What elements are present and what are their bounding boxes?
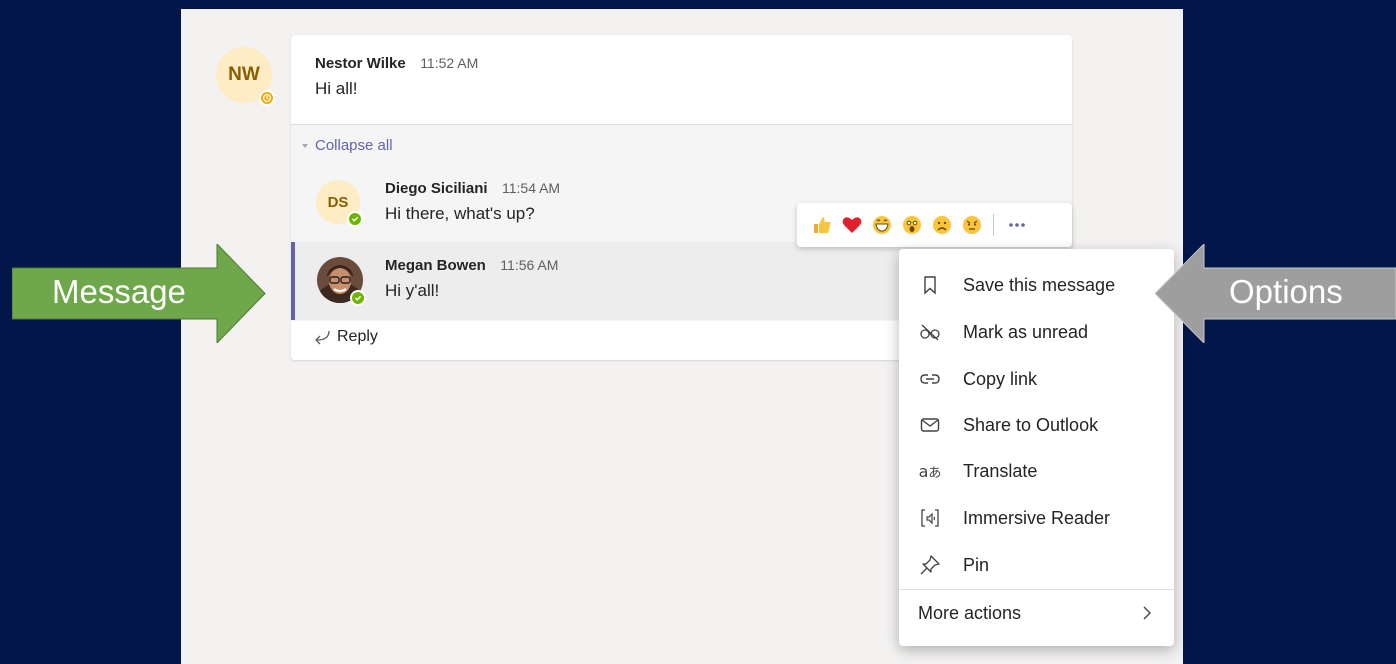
menu-item-copy-link[interactable]: Copy link [899, 356, 1174, 402]
immersive-reader-icon [919, 507, 941, 529]
avatar-diego-siciliani[interactable]: DS [316, 180, 363, 227]
root-message[interactable]: Nestor Wilke 11:52 AM Hi all! [315, 55, 478, 99]
message-time: 11:54 AM [501, 180, 561, 196]
mail-icon [919, 414, 941, 436]
laugh-icon[interactable] [867, 210, 897, 240]
message-options-menu: Save this message Mark as unread Copy li… [899, 249, 1174, 646]
collapse-all-label: Collapse all [315, 137, 393, 154]
menu-item-translate[interactable]: aあ Translate [899, 448, 1174, 494]
avatar-megan-bowen[interactable] [317, 257, 366, 306]
message-time: 11:52 AM [420, 55, 479, 71]
options-callout-label: Options [1229, 273, 1343, 310]
sad-icon[interactable] [927, 210, 957, 240]
reply-message-1[interactable]: Diego Siciliani 11:54 AM Hi there, what'… [385, 180, 560, 224]
menu-item-mark-unread[interactable]: Mark as unread [899, 309, 1174, 355]
menu-item-immersive-reader[interactable]: Immersive Reader [899, 495, 1174, 541]
message-author[interactable]: Diego Siciliani [385, 180, 488, 197]
reply-message-2[interactable]: Megan Bowen 11:56 AM Hi y'all! [385, 257, 558, 301]
avatar-nestor-wilke[interactable]: NW [216, 47, 275, 106]
like-icon[interactable] [807, 210, 837, 240]
message-author[interactable]: Nestor Wilke [315, 55, 406, 72]
menu-item-label: Share to Outlook [963, 414, 1099, 435]
collapse-all-link[interactable]: Collapse all [300, 137, 393, 154]
menu-item-label: Copy link [963, 368, 1038, 389]
pin-icon [919, 554, 941, 576]
away-status-icon [259, 90, 275, 106]
menu-item-label: Translate [963, 460, 1038, 481]
reaction-bar [797, 203, 1072, 247]
chevron-right-icon [1143, 606, 1151, 620]
divider [993, 214, 994, 236]
available-status-icon [347, 211, 363, 227]
menu-item-label: More actions [918, 602, 1022, 623]
surprised-icon[interactable] [897, 210, 927, 240]
menu-item-label: Immersive Reader [963, 507, 1111, 528]
available-status-icon [350, 290, 366, 306]
angry-icon[interactable] [957, 210, 987, 240]
avatar-initials: NW [228, 64, 260, 85]
translate-icon: aあ [918, 461, 942, 481]
caret-down-icon [302, 143, 308, 148]
menu-item-more-actions[interactable]: More actions [899, 590, 1174, 636]
menu-item-label: Mark as unread [963, 321, 1089, 342]
menu-item-label: Pin [963, 554, 990, 575]
ellipsis-icon[interactable] [1002, 210, 1032, 240]
reply-button[interactable]: Reply [313, 328, 378, 346]
menu-item-label: Save this message [963, 274, 1116, 295]
message-callout-label: Message [52, 273, 186, 310]
avatar-initials: DS [327, 193, 349, 211]
unread-glasses-icon [919, 321, 941, 343]
message-time: 11:56 AM [500, 257, 559, 273]
menu-item-save-message[interactable]: Save this message [899, 262, 1174, 308]
message-text: Hi all! [315, 79, 358, 98]
menu-item-pin[interactable]: Pin [899, 542, 1174, 588]
menu-item-share-outlook[interactable]: Share to Outlook [899, 402, 1174, 448]
message-text: Hi y'all! [385, 281, 440, 300]
reply-label: Reply [337, 328, 378, 345]
heart-icon[interactable] [837, 210, 867, 240]
reply-arrow-icon [315, 330, 330, 345]
message-author[interactable]: Megan Bowen [385, 257, 486, 274]
message-text: Hi there, what's up? [385, 204, 535, 223]
link-icon [919, 368, 941, 390]
bookmark-icon [919, 274, 941, 296]
